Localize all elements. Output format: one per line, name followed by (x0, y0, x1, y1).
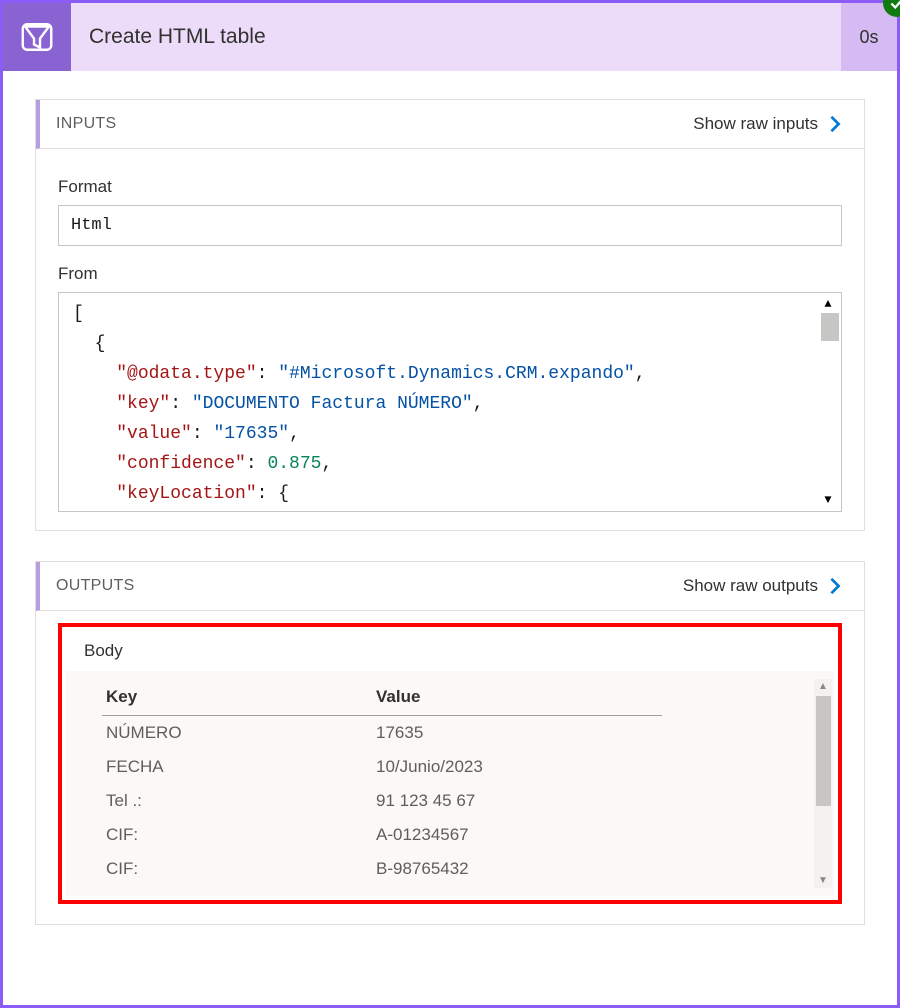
inputs-label: INPUTS (56, 115, 116, 133)
chevron-right-icon (826, 115, 844, 133)
scroll-up-icon[interactable]: ▲ (816, 679, 830, 694)
table-row: FECHA10/Junio/2023 (102, 750, 662, 784)
from-label: From (58, 264, 842, 284)
action-title: Create HTML table (71, 3, 841, 71)
body-table-wrap: Key Value NÚMERO17635FECHA10/Junio/2023T… (66, 671, 834, 896)
cell-key: Tel .: (102, 784, 372, 818)
table-row: CIF:B-98765432 (102, 852, 662, 886)
table-row: Tel .:91 123 45 67 (102, 784, 662, 818)
cell-value: 17635 (372, 716, 662, 751)
cell-value: 91 123 45 67 (372, 784, 662, 818)
from-json-box[interactable]: [ { "@odata.type": "#Microsoft.Dynamics.… (58, 292, 842, 512)
body-table: Key Value NÚMERO17635FECHA10/Junio/2023T… (102, 679, 662, 886)
show-raw-inputs-text: Show raw inputs (693, 114, 818, 134)
scroll-down-icon[interactable]: ▼ (819, 491, 837, 509)
outputs-header: OUTPUTS Show raw outputs (36, 562, 864, 611)
show-raw-outputs-text: Show raw outputs (683, 576, 818, 596)
table-scrollbar[interactable]: ▲ ▼ (814, 679, 832, 888)
format-value: Html (58, 205, 842, 246)
json-scrollbar-thumb[interactable] (821, 313, 839, 341)
content-area: INPUTS Show raw inputs Format Html From … (3, 71, 897, 973)
cell-value: A-01234567 (372, 818, 662, 852)
cell-key: CIF: (102, 818, 372, 852)
show-raw-inputs-link[interactable]: Show raw inputs (693, 114, 844, 134)
table-row: CIF:A-01234567 (102, 818, 662, 852)
inputs-panel: INPUTS Show raw inputs Format Html From … (35, 99, 865, 531)
col-value: Value (372, 679, 662, 716)
table-row: NÚMERO17635 (102, 716, 662, 751)
filter-icon (19, 19, 55, 55)
table-scrollbar-thumb[interactable] (816, 696, 831, 806)
cell-value: 10/Junio/2023 (372, 750, 662, 784)
scroll-down-icon[interactable]: ▼ (816, 873, 830, 888)
action-icon-box (3, 3, 71, 71)
chevron-right-icon (826, 577, 844, 595)
cell-key: FECHA (102, 750, 372, 784)
outputs-body: Body Key Value NÚMERO17635FECHA10/Junio/… (36, 611, 864, 924)
checkmark-icon (888, 0, 900, 12)
body-label: Body (64, 637, 836, 671)
cell-key: NÚMERO (102, 716, 372, 751)
col-key: Key (102, 679, 372, 716)
outputs-panel: OUTPUTS Show raw outputs Body Key Value (35, 561, 865, 925)
cell-key: CIF: (102, 852, 372, 886)
format-label: Format (58, 177, 842, 197)
inputs-header: INPUTS Show raw inputs (36, 100, 864, 149)
action-header: Create HTML table 0s (3, 3, 897, 71)
scroll-up-icon[interactable]: ▲ (819, 295, 837, 313)
cell-value: B-98765432 (372, 852, 662, 886)
inputs-body: Format Html From [ { "@odata.type": "#Mi… (36, 149, 864, 530)
outputs-highlight-box: Body Key Value NÚMERO17635FECHA10/Junio/… (58, 623, 842, 904)
show-raw-outputs-link[interactable]: Show raw outputs (683, 576, 844, 596)
outputs-label: OUTPUTS (56, 577, 135, 595)
